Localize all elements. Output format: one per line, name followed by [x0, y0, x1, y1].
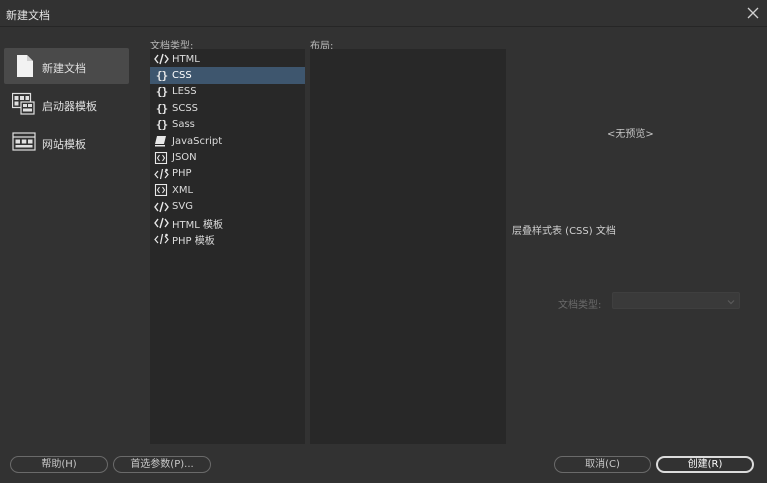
php-icon — [154, 233, 169, 245]
close-icon[interactable] — [746, 6, 760, 20]
javascript-scroll-icon — [154, 135, 169, 147]
curly-braces-icon: {} — [155, 118, 168, 132]
doc-type-label: PHP 模板 — [172, 235, 215, 247]
doc-type-scss[interactable]: {} SCSS — [150, 100, 305, 116]
doc-type-html-template[interactable]: HTML 模板 — [150, 215, 305, 231]
doc-type-label: HTML 模板 — [172, 219, 224, 231]
doc-type-list-panel[interactable]: HTML {} CSS {} LESS {} SCSS {} Sass Java… — [150, 49, 305, 444]
curly-braces-icon: {} — [155, 101, 168, 115]
doc-type-label: XML — [172, 184, 194, 196]
window-title: 新建文档 — [6, 9, 50, 22]
doc-type-php[interactable]: PHP — [150, 166, 305, 182]
doc-type-label: PHP — [172, 168, 192, 180]
doc-type-label: SVG — [172, 201, 193, 213]
doc-type-html[interactable]: HTML — [150, 51, 305, 67]
curly-braces-icon: {} — [155, 85, 168, 99]
sidebar-item-label: 启动器模板 — [42, 100, 97, 113]
doctype-select[interactable] — [612, 292, 740, 309]
sidebar-item-new-document[interactable]: 新建文档 — [4, 48, 129, 84]
help-button[interactable]: 帮助(H) — [10, 456, 108, 473]
document-description: 层叠样式表 (CSS) 文档 — [512, 226, 616, 237]
doc-type-label: JavaScript — [172, 135, 223, 147]
doc-type-label: LESS — [172, 86, 197, 98]
site-template-icon — [12, 130, 36, 154]
doctype-label: 文档类型: — [558, 300, 602, 311]
sidebar-item-label: 网站模板 — [42, 138, 86, 151]
chevron-down-icon — [727, 296, 735, 309]
code-tag-icon — [154, 201, 169, 213]
preferences-button[interactable]: 首选参数(P)... — [113, 456, 211, 473]
no-preview-text: <无预览> — [607, 129, 654, 140]
doc-type-sass[interactable]: {} Sass — [150, 117, 305, 133]
xml-file-icon — [154, 184, 169, 197]
new-document-icon — [12, 54, 36, 78]
doc-type-json[interactable]: JSON — [150, 149, 305, 165]
code-tag-icon — [154, 217, 169, 229]
code-tag-icon — [154, 53, 169, 65]
doc-type-xml[interactable]: XML — [150, 182, 305, 198]
doc-type-javascript[interactable]: JavaScript — [150, 133, 305, 149]
sidebar-item-starter-templates[interactable]: 启动器模板 — [4, 86, 129, 122]
doc-type-label: JSON — [172, 152, 197, 164]
sidebar-item-site-templates[interactable]: 网站模板 — [4, 124, 129, 160]
doc-type-label: HTML — [172, 53, 200, 65]
doc-type-label: CSS — [172, 70, 192, 82]
sidebar-item-label: 新建文档 — [42, 62, 86, 75]
cancel-button[interactable]: 取消(C) — [554, 456, 651, 473]
doc-type-css[interactable]: {} CSS — [150, 67, 305, 84]
create-button[interactable]: 创建(R) — [656, 456, 754, 473]
doc-type-label: SCSS — [172, 102, 199, 114]
doc-type-label: Sass — [172, 119, 195, 131]
json-file-icon — [154, 151, 169, 164]
php-icon — [154, 168, 169, 180]
doc-type-svg[interactable]: SVG — [150, 199, 305, 215]
layout-list-panel[interactable] — [310, 49, 506, 444]
starter-template-icon — [11, 92, 36, 116]
curly-braces-icon: {} — [155, 69, 168, 83]
doc-type-less[interactable]: {} LESS — [150, 84, 305, 100]
doc-type-php-template[interactable]: PHP 模板 — [150, 231, 305, 247]
title-bar: 新建文档 — [0, 0, 767, 27]
sidebar: 新建文档 启动器模板 网站模板 — [4, 48, 129, 162]
